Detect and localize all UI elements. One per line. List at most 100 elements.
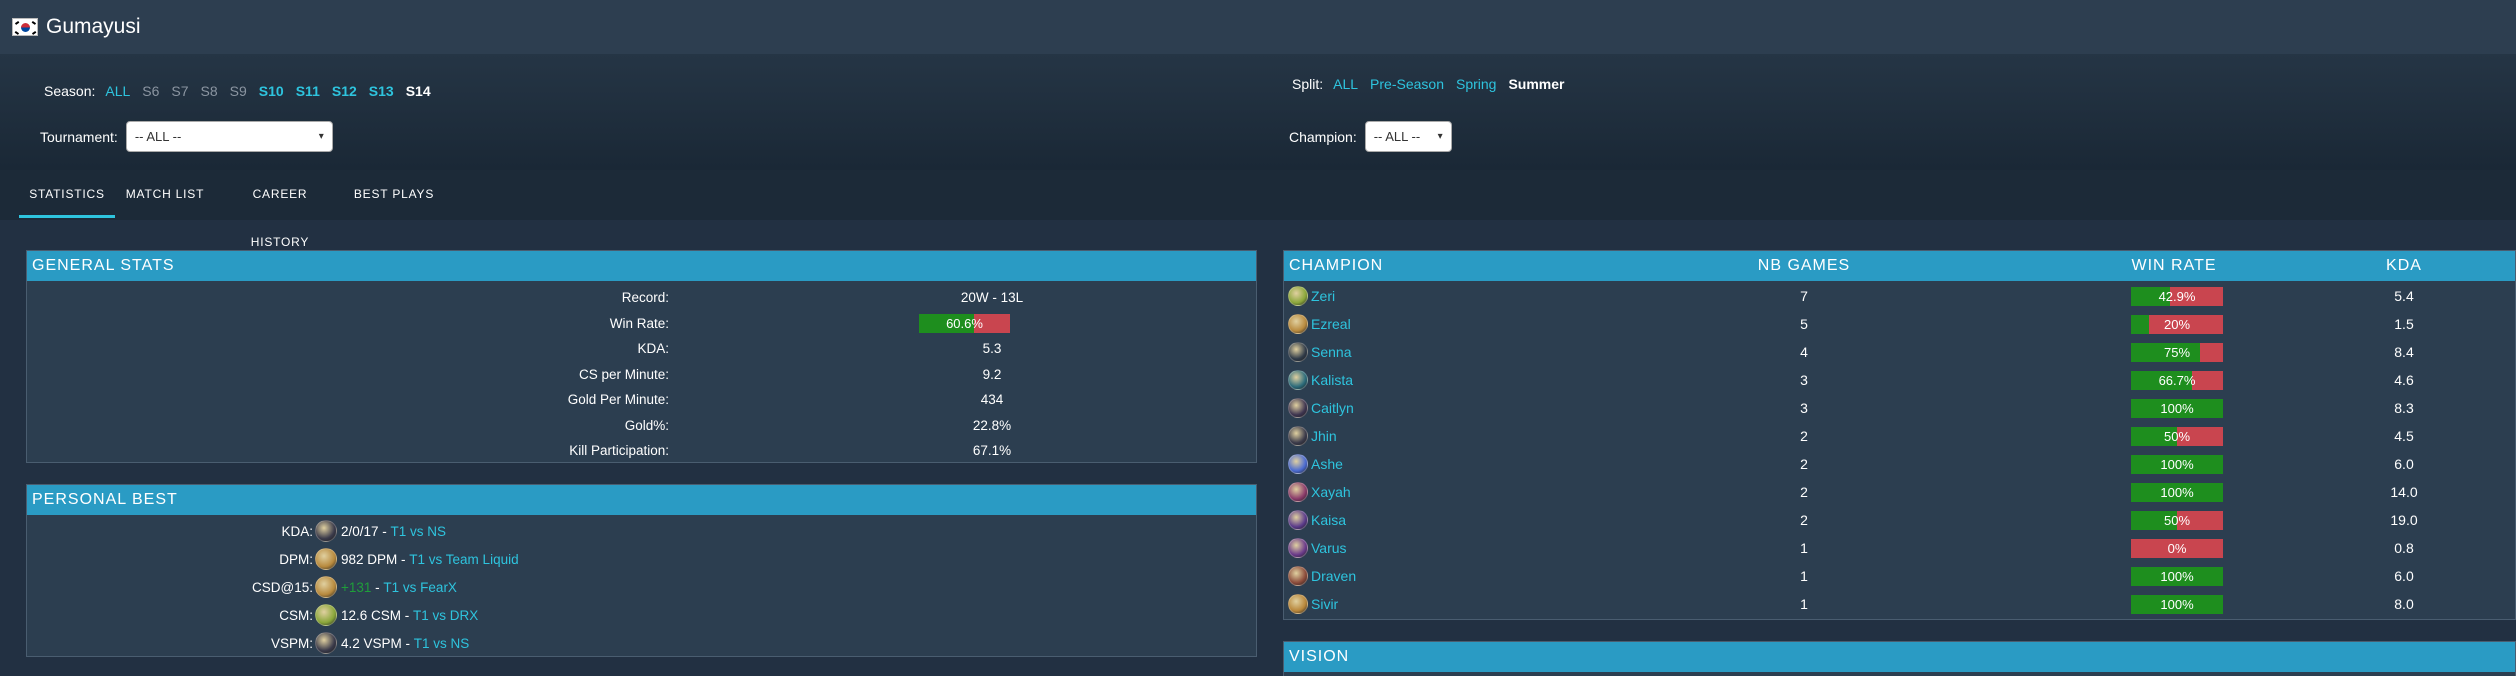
match-link[interactable]: T1 vs DRX — [413, 608, 478, 623]
tournament-select[interactable]: -- ALL -- ▾ — [125, 121, 333, 152]
jhin-icon — [1288, 426, 1308, 446]
tab-statistics[interactable]: STATISTICS — [19, 170, 115, 218]
champion-table-header: CHAMPION NB GAMES WIN RATE KDA — [1284, 251, 2515, 281]
season-link-s13[interactable]: S13 — [369, 83, 394, 99]
season-link-s6[interactable]: S6 — [142, 83, 159, 99]
match-link[interactable]: T1 vs NS — [414, 636, 470, 651]
filters-panel: Season: ALL S6 S7 S8 S9 S10 S11 S12 S13 S14 Split… — [0, 54, 2516, 170]
champion-name-link[interactable]: Sivir — [1311, 596, 1338, 612]
champion-row: Sivir 1 100% 8.0 — [1284, 591, 2515, 619]
champion-kda: 6.0 — [2394, 456, 2414, 472]
win-rate-bar: 60.6% — [919, 313, 1010, 333]
champion-games: 3 — [1800, 400, 1808, 416]
split-link-pre-season[interactable]: Pre-Season — [1370, 76, 1444, 92]
header-nb-games[interactable]: NB GAMES — [1724, 251, 1884, 281]
stat-value: 22.8% — [972, 417, 1012, 433]
personal-best-row: KDA: 2/0/17 - T1 vs NS — [27, 517, 1256, 545]
vision-panel: VISION — [1283, 641, 2516, 676]
champion-kda: 0.8 — [2394, 540, 2414, 556]
kalista-icon — [1288, 370, 1308, 390]
champion-name-link[interactable]: Draven — [1311, 568, 1356, 584]
personal-best-content: 4.2 VSPM - T1 vs NS — [315, 632, 469, 654]
header-champion[interactable]: CHAMPION — [1289, 251, 1383, 281]
champion-games: 1 — [1800, 568, 1808, 584]
south-korea-flag-icon — [12, 18, 38, 36]
stat-label: Win Rate: — [609, 315, 669, 331]
stat-row: KDA: 5.3 — [27, 336, 1256, 361]
champion-name-link[interactable]: Caitlyn — [1311, 400, 1354, 416]
win-rate-text: 100% — [2160, 401, 2194, 416]
separator: - — [371, 579, 384, 595]
champion-kda: 14.0 — [2390, 484, 2418, 500]
champion-filter: Champion: -- ALL -- ▾ — [1289, 121, 1452, 152]
champion-name-link[interactable]: Kaisa — [1311, 512, 1346, 528]
champion-row: Zeri 7 42.9% 5.4 — [1284, 283, 2515, 311]
season-link-s8[interactable]: S8 — [201, 83, 218, 99]
champion-name-link[interactable]: Ashe — [1311, 456, 1343, 472]
win-rate-bar: 20% — [2131, 315, 2223, 334]
champion-name-link[interactable]: Ezreal — [1311, 316, 1351, 332]
separator: - — [378, 523, 391, 539]
player-name: Gumayusi — [46, 15, 141, 38]
season-link-s11[interactable]: S11 — [296, 83, 320, 99]
champion-name-link[interactable]: Varus — [1311, 540, 1347, 556]
tab-match-list[interactable]: MATCH LIST — [124, 170, 206, 218]
split-link-summer[interactable]: Summer — [1508, 76, 1564, 92]
champion-row: Kalista 3 66.7% 4.6 — [1284, 367, 2515, 395]
split-link-all[interactable]: ALL — [1333, 76, 1358, 92]
champion-name-link[interactable]: Jhin — [1311, 428, 1337, 444]
personal-best-content: +131 - T1 vs FearX — [315, 576, 457, 598]
win-rate-text: 100% — [2160, 457, 2194, 472]
champion-games: 2 — [1800, 456, 1808, 472]
header-kda[interactable]: KDA — [2364, 251, 2444, 281]
champion-name-link[interactable]: Zeri — [1311, 288, 1335, 304]
champion-games: 4 — [1800, 344, 1808, 360]
tournament-label: Tournament: — [40, 128, 118, 145]
stat-label: Gold%: — [624, 417, 669, 433]
champion-row: Senna 4 75% 8.4 — [1284, 339, 2515, 367]
match-link[interactable]: T1 vs NS — [391, 524, 447, 539]
win-rate-bar: 100% — [2131, 567, 2223, 586]
season-link-s14[interactable]: S14 — [406, 83, 431, 99]
match-link[interactable]: T1 vs Team Liquid — [409, 552, 518, 567]
kaisa-icon — [1288, 510, 1308, 530]
personal-best-row: VSPM: 4.2 VSPM - T1 vs NS — [27, 629, 1256, 657]
season-link-s12[interactable]: S12 — [332, 83, 357, 99]
win-rate-text: 100% — [2160, 597, 2194, 612]
champion-name-link[interactable]: Senna — [1311, 344, 1351, 360]
champion-games: 3 — [1800, 372, 1808, 388]
stat-value: 5.3 — [982, 341, 1002, 356]
chevron-down-icon: ▾ — [1437, 131, 1443, 142]
champion-kda: 8.0 — [2394, 596, 2414, 612]
split-filter: Split: ALL Pre-Season Spring Summer — [1292, 76, 1576, 92]
win-rate-bar: 0% — [2131, 539, 2223, 558]
champion-kda: 19.0 — [2390, 512, 2418, 528]
personal-best-value: 12.6 CSM — [341, 607, 402, 623]
champion-select[interactable]: -- ALL -- ▾ — [1364, 121, 1452, 152]
win-rate-bar: 66.7% — [2131, 371, 2223, 390]
season-link-s7[interactable]: S7 — [171, 83, 188, 99]
personal-best-value: 4.2 VSPM — [341, 635, 402, 651]
match-link[interactable]: T1 vs FearX — [383, 580, 457, 595]
champion-row: Jhin 2 50% 4.5 — [1284, 423, 2515, 451]
tab-best-plays[interactable]: BEST PLAYS — [353, 170, 435, 218]
champion-name-link[interactable]: Xayah — [1311, 484, 1351, 500]
season-link-s10[interactable]: S10 — [259, 83, 284, 99]
personal-best-value: 2/0/17 — [341, 523, 379, 539]
tab-career-history[interactable]: CAREER HISTORY — [224, 170, 336, 249]
champion-row: Xayah 2 100% 14.0 — [1284, 479, 2515, 507]
season-link-all[interactable]: ALL — [105, 83, 130, 99]
split-link-spring[interactable]: Spring — [1456, 76, 1496, 92]
champion-name-link[interactable]: Kalista — [1311, 372, 1353, 388]
split-label: Split: — [1292, 76, 1324, 92]
personal-best-content: 12.6 CSM - T1 vs DRX — [315, 604, 478, 626]
stat-value: 20W - 13L — [960, 290, 1024, 305]
vision-title: VISION — [1284, 642, 2515, 672]
season-link-s9[interactable]: S9 — [230, 83, 247, 99]
draven-icon — [1288, 566, 1308, 586]
champion-select-value: -- ALL -- — [1373, 129, 1421, 144]
win-rate-text: 42.9% — [2158, 289, 2196, 304]
header-win-rate[interactable]: WIN RATE — [2094, 251, 2254, 281]
stat-row: Record: 20W - 13L — [27, 285, 1256, 310]
varus-icon — [1288, 538, 1308, 558]
